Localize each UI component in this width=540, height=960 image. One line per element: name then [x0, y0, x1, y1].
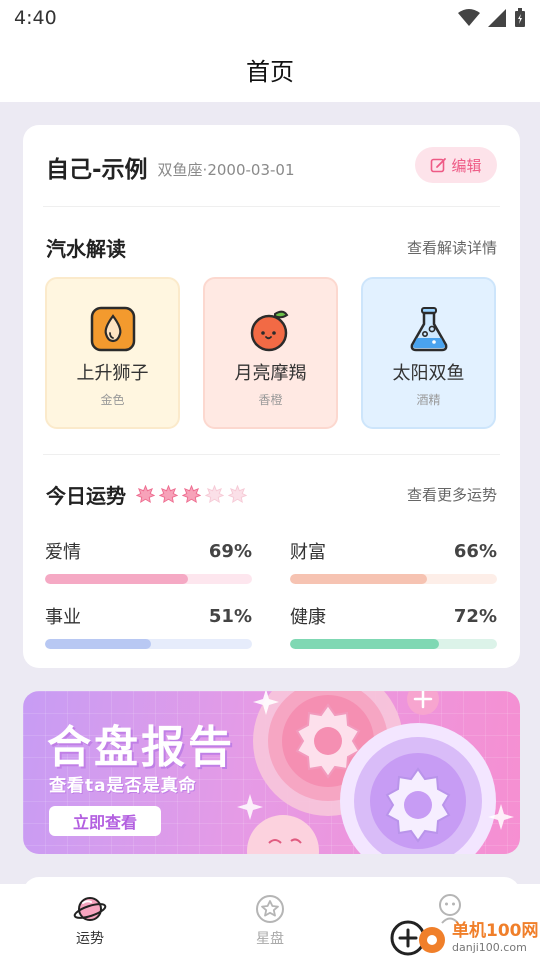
star-chart-icon: [256, 895, 284, 923]
status-bar: 4:40: [0, 0, 540, 36]
wifi-icon: [458, 9, 480, 26]
metric-health: 健康 72%: [290, 603, 497, 649]
status-icons: [458, 8, 526, 28]
divider: [43, 454, 500, 455]
tile-subtitle: 金色: [100, 393, 125, 407]
watermark-text: 单机100网: [452, 921, 539, 941]
metric-label: 健康: [290, 607, 326, 628]
star-empty-icon: [205, 485, 224, 504]
metric-bar: [45, 639, 252, 649]
orange-icon: [247, 305, 295, 353]
profile-meta: 双鱼座·2000-03-01: [157, 161, 295, 179]
profile-row: 自己-示例 双鱼座·2000-03-01 编辑: [46, 147, 497, 187]
metric-bar-fill: [45, 639, 151, 649]
edit-label: 编辑: [451, 156, 482, 175]
watermark-logo-icon: [390, 920, 445, 956]
page-header: 首页: [0, 36, 540, 102]
metric-value: 72%: [453, 605, 497, 627]
signal-icon: [488, 9, 506, 27]
metric-label: 事业: [45, 607, 81, 628]
metric-bar-fill: [290, 574, 427, 584]
reading-tile-moon[interactable]: 月亮摩羯 香橙: [203, 277, 338, 429]
flask-icon: [405, 305, 453, 353]
tile-subtitle: 香橙: [258, 393, 283, 407]
status-time: 4:40: [14, 7, 57, 29]
metric-bar: [290, 639, 497, 649]
metric-value: 66%: [453, 540, 497, 562]
metric-value: 51%: [208, 605, 252, 627]
edit-button[interactable]: 编辑: [415, 147, 497, 183]
metric-bar: [45, 574, 252, 584]
page-title: 首页: [246, 57, 294, 86]
banner-subtitle: 查看ta是否是真命: [49, 776, 197, 796]
watermark-url: danji100.com: [452, 941, 527, 954]
reading-tile-sun[interactable]: 太阳双鱼 酒精: [361, 277, 496, 429]
view-now-label: 立即查看: [72, 813, 137, 832]
reading-title: 汽水解读: [46, 237, 126, 261]
nav-item-chart[interactable]: 星盘: [210, 884, 330, 948]
fortune-title-group: 今日运势: [46, 480, 247, 509]
banner-title: 合盘报告: [47, 722, 235, 773]
metric-value: 69%: [208, 540, 252, 562]
divider: [43, 206, 500, 207]
nav-item-fortune[interactable]: 运势: [30, 884, 150, 948]
profile-name: 自己-示例: [46, 157, 148, 183]
tile-title: 月亮摩羯: [234, 363, 307, 384]
fortune-stars: [136, 485, 247, 504]
planet-icon: [73, 897, 107, 921]
metric-bar-fill: [290, 639, 440, 649]
watermark: 单机100网 danji100.com: [388, 918, 539, 958]
metric-bar: [290, 574, 497, 584]
metric-love: 爱情 69%: [45, 538, 252, 584]
tile-title: 上升狮子: [76, 363, 149, 384]
metric-wealth: 财富 66%: [290, 538, 497, 584]
view-now-button[interactable]: 立即查看: [49, 806, 161, 836]
metric-bar-fill: [45, 574, 188, 584]
reading-header: 汽水解读 查看解读详情: [46, 233, 497, 262]
profile-card: 自己-示例 双鱼座·2000-03-01 编辑 汽水解读 查看解读详情 上升狮子…: [23, 125, 520, 668]
fortune-title: 今日运势: [46, 484, 126, 508]
star-empty-icon: [228, 485, 247, 504]
nav-label: 运势: [76, 931, 104, 947]
synastry-banner[interactable]: 合盘报告 查看ta是否是真命 立即查看: [23, 691, 520, 854]
reading-detail-link[interactable]: 查看解读详情: [407, 237, 497, 258]
drop-icon: [89, 305, 137, 353]
metric-career: 事业 51%: [45, 603, 252, 649]
star-filled-icon: [182, 485, 201, 504]
edit-icon: [431, 157, 447, 172]
tile-title: 太阳双鱼: [392, 363, 465, 384]
metric-label: 爱情: [45, 542, 81, 563]
star-filled-icon: [136, 485, 155, 504]
reading-tile-ascendant[interactable]: 上升狮子 金色: [45, 277, 180, 429]
nav-label: 星盘: [256, 931, 284, 947]
star-filled-icon: [159, 485, 178, 504]
battery-icon: [515, 8, 525, 27]
metric-label: 财富: [290, 542, 326, 563]
fortune-header: 今日运势 查看更多运势: [46, 480, 497, 509]
tile-subtitle: 酒精: [416, 393, 441, 407]
fortune-more-link[interactable]: 查看更多运势: [407, 484, 497, 505]
